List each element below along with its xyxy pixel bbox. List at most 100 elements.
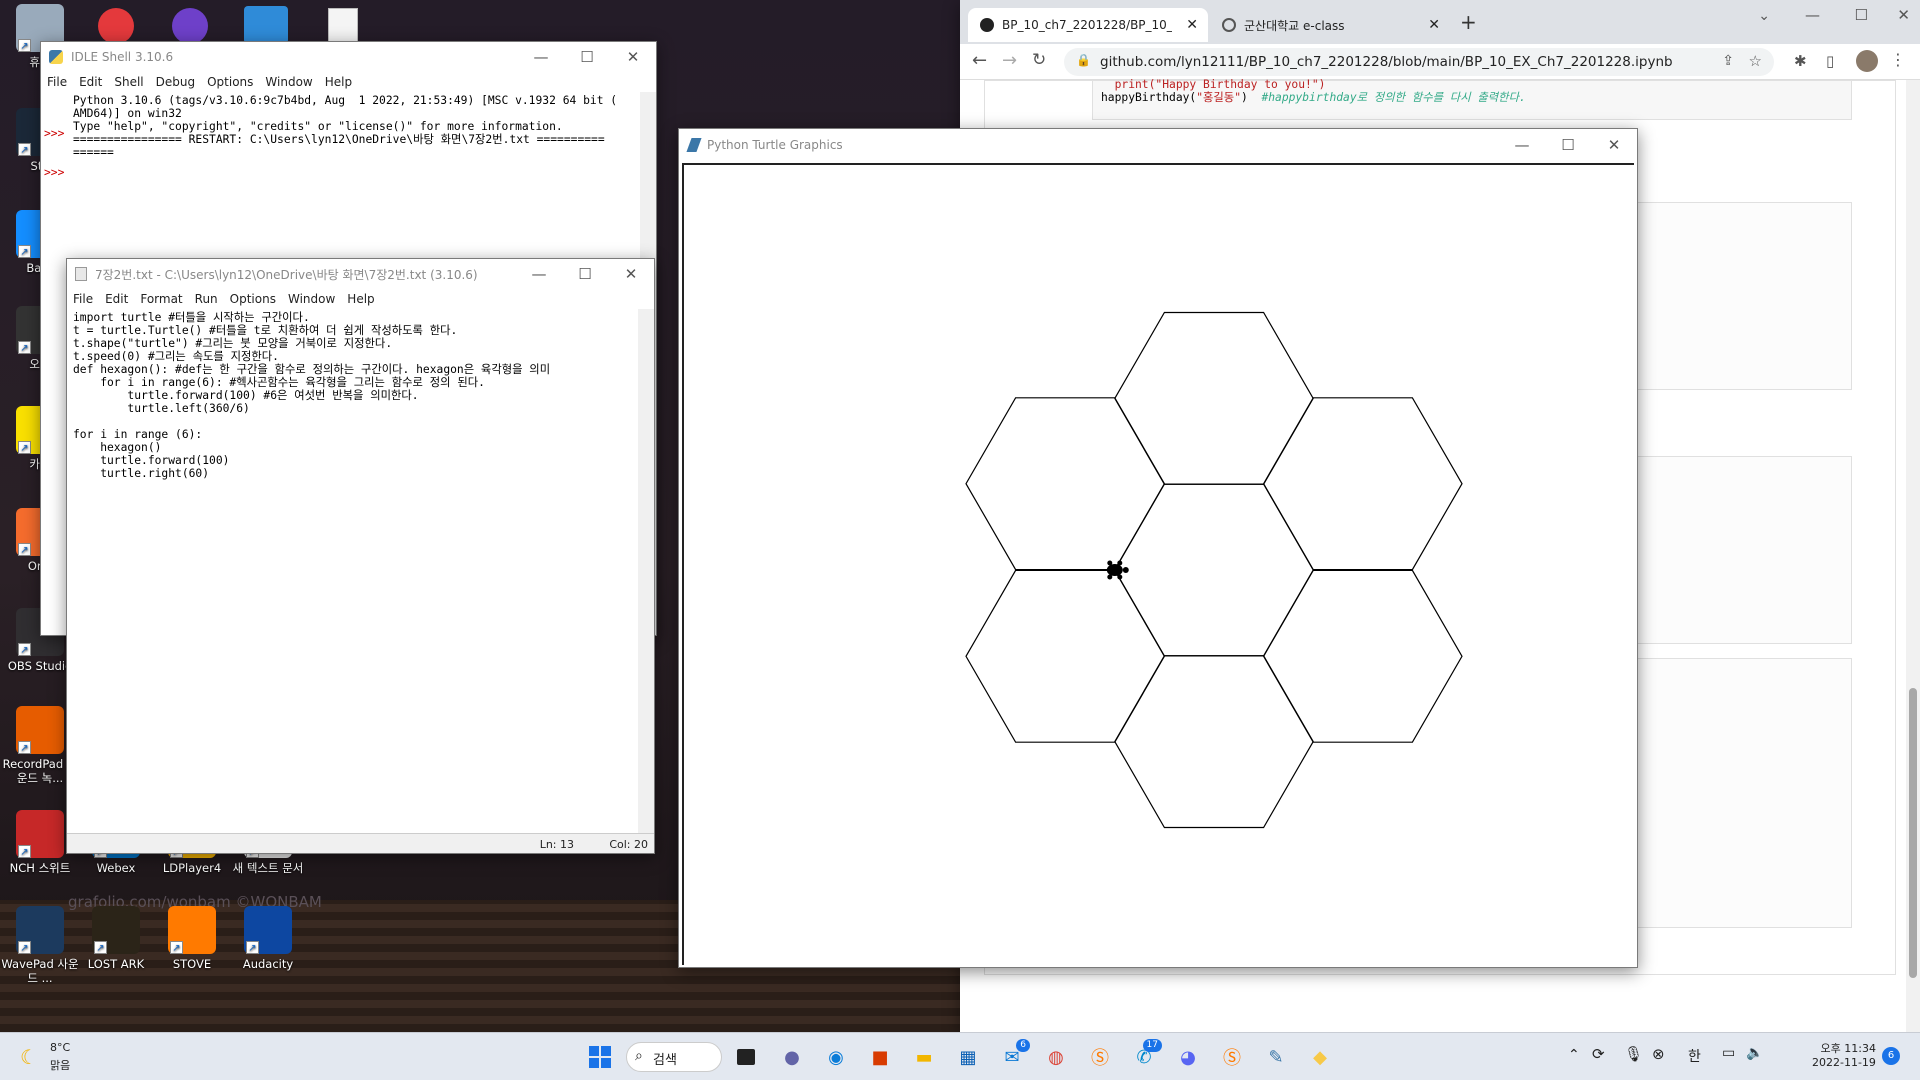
menu-item[interactable]: Help: [319, 75, 358, 89]
scroll-thumb[interactable]: [1909, 688, 1917, 978]
sync-icon[interactable]: ⟳: [1592, 1045, 1605, 1063]
start-button[interactable]: [584, 1041, 616, 1073]
mute-icon[interactable]: ⊗: [1652, 1045, 1665, 1063]
window-title: Python Turtle Graphics: [707, 138, 843, 152]
menu-item[interactable]: File: [41, 75, 73, 89]
chrome-icon[interactable]: ◍: [1040, 1041, 1072, 1073]
menu-item[interactable]: Options: [201, 75, 259, 89]
office-icon[interactable]: ■: [864, 1041, 896, 1073]
desktop-icon[interactable]: ↗ Audacity: [228, 906, 308, 971]
desktop-icon[interactable]: ↗ LOST ARK: [76, 906, 156, 971]
notification-badge[interactable]: 6: [1882, 1047, 1900, 1065]
tray-chevron-icon[interactable]: ⌃: [1568, 1047, 1580, 1063]
tab-search-icon[interactable]: ⌄: [1758, 8, 1770, 24]
tab-eclass[interactable]: 군산대학교 e-class ✕: [1210, 8, 1450, 42]
ime-indicator[interactable]: 한: [1688, 1046, 1701, 1066]
menu-item[interactable]: Help: [341, 292, 380, 306]
github-desktop-icon[interactable]: [172, 8, 208, 44]
weather-icon[interactable]: ☾: [20, 1045, 38, 1069]
share-icon[interactable]: ⇪: [1722, 53, 1734, 69]
minimize-icon[interactable]: —: [516, 259, 562, 289]
close-icon[interactable]: ✕: [608, 259, 654, 289]
menu-item[interactable]: Debug: [150, 75, 201, 89]
weather-temp[interactable]: 8°C: [50, 1041, 70, 1054]
close-icon[interactable]: ✕: [1591, 130, 1637, 160]
messenger-icon[interactable]: ✆ 17: [1128, 1039, 1162, 1073]
teams-chat-icon[interactable]: ●: [776, 1041, 808, 1073]
menu-icon[interactable]: ⋮: [1890, 50, 1906, 69]
menu-item[interactable]: Window: [259, 75, 318, 89]
minimize-icon[interactable]: —: [1805, 6, 1820, 24]
stove-icon-2[interactable]: Ⓢ: [1216, 1041, 1248, 1073]
code-paren: ): [1241, 91, 1248, 104]
clock[interactable]: 오후 11:34 2022-11-19: [1812, 1040, 1876, 1069]
bookmark-star-icon[interactable]: ☆: [1749, 52, 1762, 70]
close-tab-icon[interactable]: ✕: [1186, 17, 1198, 33]
menu-item[interactable]: Format: [134, 292, 188, 306]
maximize-icon[interactable]: ☐: [1545, 130, 1591, 160]
url-text: github.com/lyn12111/BP_10_ch7_2201228/bl…: [1100, 54, 1673, 70]
maximize-icon[interactable]: ☐: [562, 259, 608, 289]
shortcut-arrow-icon: ↗: [170, 941, 183, 954]
menu-item[interactable]: Shell: [108, 75, 149, 89]
idle-shell-titlebar[interactable]: IDLE Shell 3.10.6 — ☐ ✕: [41, 42, 656, 72]
task-view-icon[interactable]: [730, 1041, 762, 1073]
turtle-graphics-window[interactable]: Python Turtle Graphics — ☐ ✕: [678, 128, 1638, 968]
forward-icon[interactable]: →: [1002, 50, 1017, 71]
editor-text-area[interactable]: import turtle #터틀을 시작하는 구간이다. t = turtle.…: [73, 311, 633, 821]
code-line: t.speed(0) #그리는 속도를 지정한다.: [73, 350, 279, 363]
address-bar[interactable]: 🔒 github.com/lyn12111/BP_10_ch7_2201228/…: [1064, 48, 1774, 76]
game-icon[interactable]: [244, 6, 288, 44]
reload-icon[interactable]: ↻: [1032, 50, 1046, 70]
discord-icon[interactable]: ◕: [1172, 1041, 1204, 1073]
menu-item[interactable]: Edit: [73, 75, 108, 89]
edge-icon[interactable]: ◉: [820, 1041, 852, 1073]
app-icon: ↗: [16, 706, 64, 754]
volume-icon[interactable]: 🔈: [1746, 1045, 1763, 1061]
page-scrollbar[interactable]: [1906, 80, 1920, 1032]
code-line: turtle.left(360/6): [73, 402, 250, 415]
python-taskbar-icon[interactable]: ◆: [1304, 1041, 1336, 1073]
maximize-icon[interactable]: ☐: [1855, 6, 1868, 24]
desktop-icon[interactable]: ↗ STOVE: [152, 906, 232, 971]
menu-item[interactable]: File: [67, 292, 99, 306]
tab-github[interactable]: BP_10_ch7_2201228/BP_10_EX_C ✕: [968, 8, 1208, 42]
stove-icon[interactable]: Ⓢ: [1084, 1041, 1116, 1073]
close-tab-icon[interactable]: ✕: [1428, 17, 1440, 33]
text-file-icon[interactable]: [328, 8, 358, 44]
mail-icon[interactable]: ✉ 6: [996, 1039, 1030, 1073]
microphone-icon[interactable]: 🎙: [1624, 1045, 1643, 1063]
store-icon[interactable]: ▦: [952, 1041, 984, 1073]
menu-item[interactable]: Run: [189, 292, 224, 306]
sidepanel-icon[interactable]: ▯: [1826, 52, 1834, 70]
hexagon: [965, 569, 1166, 743]
app-icon-top-1[interactable]: [98, 8, 134, 44]
editor-scrollbar[interactable]: [638, 309, 654, 833]
shortcut-arrow-icon: ↗: [18, 245, 31, 258]
close-icon[interactable]: ✕: [610, 42, 656, 72]
back-icon[interactable]: ←: [972, 50, 987, 71]
shell-output[interactable]: Python 3.10.6 (tags/v3.10.6:9c7b4bd, Aug…: [73, 94, 638, 214]
network-icon[interactable]: ▭: [1722, 1045, 1735, 1061]
idle-editor-window[interactable]: 7장2번.txt - C:\Users\lyn12\OneDrive\바탕 화면…: [66, 258, 655, 854]
file-explorer-icon[interactable]: ▬: [908, 1041, 940, 1073]
turtle-titlebar[interactable]: Python Turtle Graphics — ☐ ✕: [679, 129, 1637, 161]
weather-desc[interactable]: 맑음: [50, 1057, 70, 1073]
maximize-icon[interactable]: ☐: [564, 42, 610, 72]
github-icon: [980, 18, 994, 32]
code-cell[interactable]: print("Happy Birthday to you!") happyBir…: [1092, 78, 1852, 120]
extensions-icon[interactable]: ✱: [1794, 52, 1807, 70]
menu-item[interactable]: Window: [282, 292, 341, 306]
menu-item[interactable]: Edit: [99, 292, 134, 306]
avatar[interactable]: [1856, 50, 1878, 72]
close-icon[interactable]: ✕: [1897, 6, 1910, 24]
desktop-icon[interactable]: ↗ WavePad 사운드 ...: [0, 906, 80, 985]
idle-taskbar-icon[interactable]: ✎: [1260, 1041, 1292, 1073]
search-box[interactable]: ⌕ 검색: [626, 1042, 722, 1072]
new-tab-button[interactable]: +: [1460, 10, 1477, 34]
minimize-icon[interactable]: —: [518, 42, 564, 72]
menu-item[interactable]: Options: [224, 292, 282, 306]
editor-titlebar[interactable]: 7장2번.txt - C:\Users\lyn12\OneDrive\바탕 화면…: [67, 259, 654, 289]
minimize-icon[interactable]: —: [1499, 130, 1545, 160]
turtle-canvas[interactable]: [682, 163, 1634, 965]
